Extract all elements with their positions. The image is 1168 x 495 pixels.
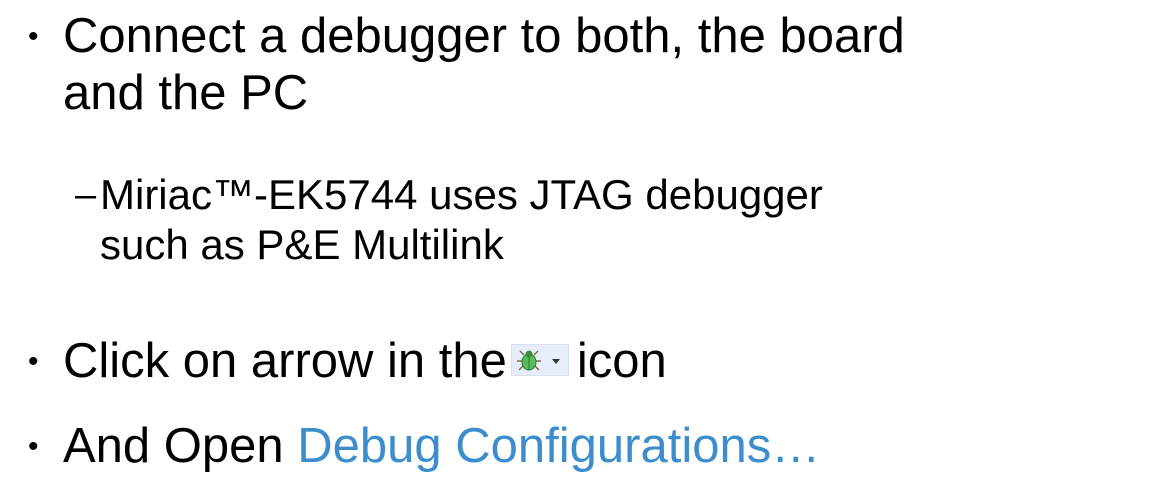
bullet-marker: • [28,20,39,53]
sub-bullet-text: Miriac™-EK5744 uses JTAG debugger such a… [100,170,823,270]
debug-bug-dropdown-icon [510,344,569,377]
sub-bullet-marker: – [75,174,97,216]
bullet-marker: • [28,430,39,463]
bullet-text-before-icon: Click on arrow in the [63,334,507,388]
debug-configurations-link[interactable]: Debug Configurations… [297,419,820,473]
bullet-marker: • [28,345,39,378]
bullet-line: Miriac™-EK5744 uses JTAG debugger [100,171,823,218]
bullet-line: such as P&E Multilink [100,221,504,268]
bullet-text-before-link: And Open [63,419,298,473]
bullet-line: Connect a debugger to both, the board [63,9,905,63]
bullet-text: Connect a debugger to both, the board an… [63,8,905,122]
dropdown-arrow-icon [551,359,560,365]
bullet-text: Click on arrow in the icon [63,333,667,390]
bug-icon [516,350,560,371]
bullet-text: And Open Debug Configurations… [63,418,820,475]
bullet-text-after-icon: icon [576,334,667,388]
bullet-line: and the PC [63,66,309,120]
